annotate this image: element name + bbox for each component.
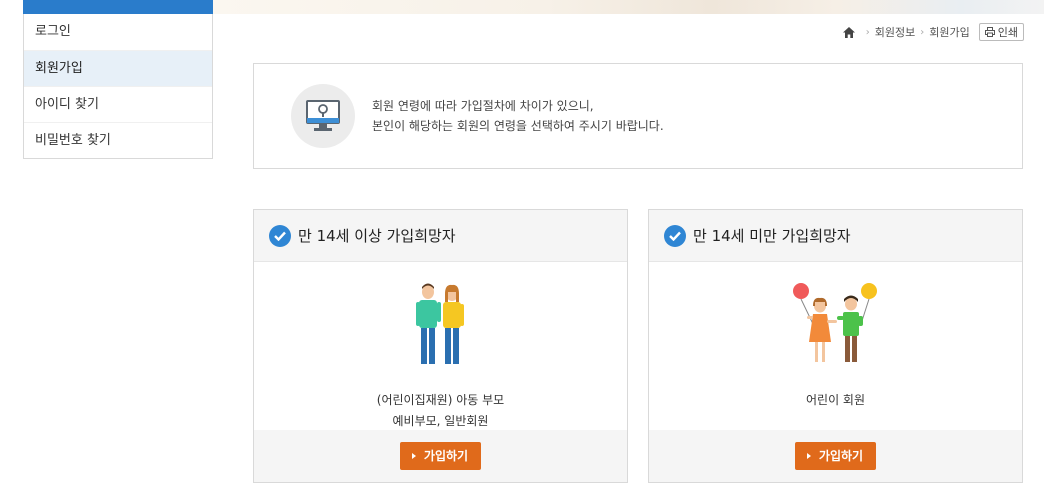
check-circle-icon [269, 224, 291, 247]
page: 로그인 회원가입 아이디 찾기 비밀번호 찾기 › 회원정보 › 회원가입 인쇄 [0, 0, 1044, 491]
sidebar: 로그인 회원가입 아이디 찾기 비밀번호 찾기 [23, 14, 213, 159]
print-button[interactable]: 인쇄 [978, 23, 1024, 41]
join-button-over-14[interactable]: 가입하기 [399, 442, 482, 470]
top-banner-image [213, 0, 1044, 14]
sidebar-item-find-password[interactable]: 비밀번호 찾기 [24, 122, 212, 158]
print-label: 인쇄 [997, 26, 1018, 39]
chevron-right-icon: › [865, 26, 870, 38]
home-icon[interactable] [842, 26, 855, 38]
join-button-label: 가입하기 [818, 449, 864, 463]
card-desc-line-1: (어린이집재원) 아동 부모 [376, 393, 505, 407]
sidebar-header-bar [23, 0, 213, 14]
printer-icon [984, 27, 995, 37]
adults-couple-illustration [254, 282, 627, 368]
children-balloons-illustration [649, 282, 1022, 368]
breadcrumb: › 회원정보 › 회원가입 인쇄 [842, 23, 1024, 41]
card-desc-line-1: 어린이 회원 [805, 393, 865, 407]
notice-line-2: 본인이 해당하는 회원의 연령을 선택하여 주시기 바랍니다. [372, 119, 664, 133]
triangle-right-icon [411, 453, 416, 459]
sidebar-item-signup[interactable]: 회원가입 [24, 50, 212, 86]
sidebar-item-find-id[interactable]: 아이디 찾기 [24, 86, 212, 122]
monitor-info-icon [291, 84, 355, 148]
chevron-right-icon: › [920, 26, 925, 38]
card-under-14: 만 14세 미만 가입희망자 어린이 회원 가입하기 [648, 209, 1023, 483]
card-title: 만 14세 미만 가입희망자 [693, 227, 851, 245]
card-footer: 가입하기 [254, 430, 627, 482]
card-header: 만 14세 미만 가입희망자 [649, 210, 1022, 262]
join-button-label: 가입하기 [423, 449, 469, 463]
card-title: 만 14세 이상 가입희망자 [298, 227, 456, 245]
join-button-under-14[interactable]: 가입하기 [794, 442, 877, 470]
card-over-14: 만 14세 이상 가입희망자 (어린이집재원) 아동 부모 예비부모, 일반회원… [253, 209, 628, 483]
check-circle-icon [664, 224, 686, 247]
card-desc-line-2: 예비부모, 일반회원 [392, 414, 489, 428]
sidebar-item-login[interactable]: 로그인 [24, 14, 212, 50]
triangle-right-icon [806, 453, 811, 459]
age-notice-box: 회원 연령에 따라 가입절차에 차이가 있으니, 본인이 해당하는 회원의 연령… [253, 63, 1023, 169]
card-footer: 가입하기 [649, 430, 1022, 482]
card-header: 만 14세 이상 가입희망자 [254, 210, 627, 262]
breadcrumb-item-signup: 회원가입 [929, 26, 970, 39]
breadcrumb-item-member-info[interactable]: 회원정보 [875, 24, 915, 40]
notice-line-1: 회원 연령에 따라 가입절차에 차이가 있으니, [372, 99, 594, 113]
